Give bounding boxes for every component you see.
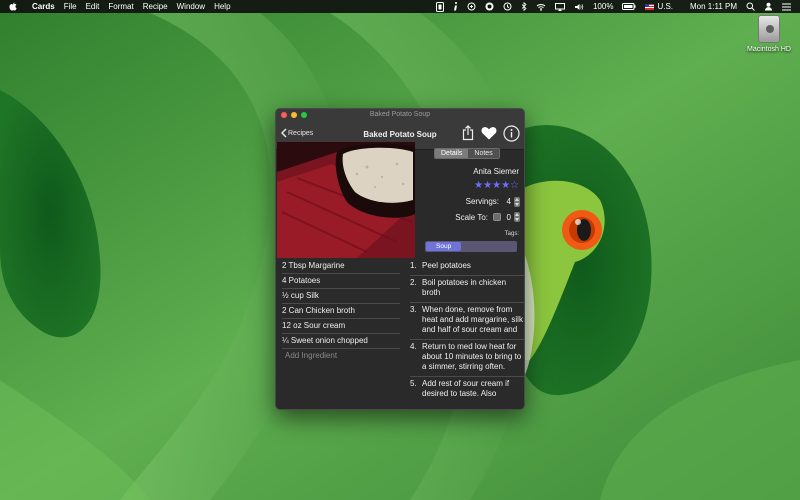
menu-bar: Cards File Edit Format Recipe Window Hel… — [0, 0, 800, 13]
battery-percent[interactable]: 100% — [593, 0, 613, 13]
notification-center-icon[interactable] — [782, 3, 791, 11]
macintosh-hd-label: Macintosh HD — [747, 46, 791, 53]
step-number: 4. — [410, 342, 417, 351]
scale-to-stepper[interactable] — [514, 212, 520, 222]
servings-value[interactable]: 4 — [507, 197, 511, 206]
ingredient-item[interactable]: 2 Tbsp Margarine — [282, 259, 400, 274]
step-text: Boil potatoes in chicken broth — [422, 278, 507, 297]
star-filled-icon[interactable]: ★ — [492, 180, 501, 192]
ingredient-item[interactable]: 4 Potatoes — [282, 274, 400, 289]
rating-stars[interactable]: ★ ★ ★ ★ ☆ — [474, 180, 519, 192]
step-text: Return to med low heat for about 10 minu… — [422, 342, 522, 371]
step-number: 3. — [410, 305, 417, 314]
spotlight-search-icon[interactable] — [746, 2, 755, 11]
direction-step[interactable]: 4. Return to med low heat for about 10 m… — [410, 340, 524, 377]
ingredient-item[interactable]: ¼ Sweet onion chopped — [282, 334, 400, 349]
bluetooth-icon[interactable] — [521, 2, 527, 11]
time-machine-icon[interactable] — [503, 2, 512, 11]
menu-edit[interactable]: Edit — [86, 0, 100, 13]
apple-menu-icon[interactable] — [9, 2, 21, 11]
menu-file[interactable]: File — [64, 0, 77, 13]
menu-format[interactable]: Format — [108, 0, 133, 13]
window-title: Baked Potato Soup — [369, 111, 431, 118]
input-source-label[interactable]: U.S. — [657, 0, 673, 13]
menu-recipe[interactable]: Recipe — [143, 0, 168, 13]
input-source-flag-icon[interactable] — [645, 3, 655, 10]
minimize-button[interactable] — [291, 112, 297, 118]
airplay-icon[interactable] — [554, 2, 565, 11]
ingredient-item[interactable]: ½ cup Silk — [282, 289, 400, 304]
tags-field[interactable]: Soup — [425, 241, 517, 252]
hard-drive-icon — [758, 15, 780, 43]
ingredient-item[interactable]: 2 Can Chicken broth — [282, 304, 400, 319]
step-number: 5. — [410, 379, 417, 388]
directions-list: 1. Peel potatoes 2. Boil potatoes in chi… — [410, 259, 524, 409]
status-app-icon[interactable] — [435, 1, 444, 12]
author-name[interactable]: Anita Siemer — [473, 167, 519, 176]
direction-step[interactable]: 5. Add rest of sour cream if desired to … — [410, 377, 524, 403]
menu-help[interactable]: Help — [214, 0, 230, 13]
volume-icon[interactable] — [574, 3, 584, 11]
user-icon[interactable] — [764, 2, 773, 11]
title-bar: Baked Potato Soup — [276, 109, 524, 120]
star-empty-icon[interactable]: ☆ — [510, 180, 519, 192]
scale-to-checkbox[interactable] — [493, 213, 501, 221]
scale-to-value[interactable]: 0 — [507, 213, 511, 222]
soup-photo-image — [277, 142, 415, 258]
ingredients-list: 2 Tbsp Margarine 4 Potatoes ½ cup Silk 2… — [282, 259, 400, 364]
recipe-photo[interactable] — [277, 142, 415, 258]
macintosh-hd-icon[interactable]: Macintosh HD — [745, 15, 793, 53]
circle-p-icon[interactable] — [485, 2, 494, 11]
step-text: Add rest of sour cream if desired to tas… — [422, 379, 510, 398]
clock[interactable]: Mon 1:11 PM — [690, 0, 737, 13]
tags-label: Tags: — [504, 231, 519, 237]
sync-status-icon[interactable] — [467, 2, 476, 11]
direction-step[interactable]: 2. Boil potatoes in chicken broth — [410, 276, 524, 303]
servings-stepper[interactable] — [514, 197, 520, 207]
close-button[interactable] — [281, 112, 287, 118]
recipe-window: Baked Potato Soup Recipes Baked Potato S… — [275, 108, 525, 410]
tab-details[interactable]: Details — [435, 149, 469, 158]
star-filled-icon[interactable]: ★ — [474, 180, 483, 192]
details-panel: Details Notes Anita Siemer ★ ★ ★ ★ ☆ Serving… — [415, 142, 523, 258]
star-filled-icon[interactable]: ★ — [483, 180, 492, 192]
scale-to-label: Scale To: — [455, 213, 488, 222]
star-filled-icon[interactable]: ★ — [501, 180, 510, 192]
menu-window[interactable]: Window — [177, 0, 205, 13]
servings-label: Servings: — [465, 197, 499, 206]
step-number: 2. — [410, 278, 417, 287]
details-notes-segmented-control: Details Notes — [434, 148, 500, 159]
wifi-icon[interactable] — [536, 3, 546, 11]
tab-notes[interactable]: Notes — [468, 149, 499, 158]
step-text: When done, remove from heat and add marg… — [422, 305, 523, 334]
zoom-button[interactable] — [301, 112, 307, 118]
direction-step[interactable]: 1. Peel potatoes — [410, 259, 524, 276]
battery-icon[interactable] — [622, 3, 636, 10]
info-status-icon[interactable] — [453, 2, 458, 11]
step-text: Peel potatoes — [422, 261, 471, 270]
add-ingredient-field[interactable]: Add Ingredient — [282, 349, 400, 364]
tag-chip[interactable]: Soup — [426, 242, 462, 251]
menu-app-name[interactable]: Cards — [32, 0, 55, 13]
step-number: 1. — [410, 261, 417, 270]
direction-step[interactable]: 3. When done, remove from heat and add m… — [410, 303, 524, 340]
ingredient-item[interactable]: 12 oz Sour cream — [282, 319, 400, 334]
